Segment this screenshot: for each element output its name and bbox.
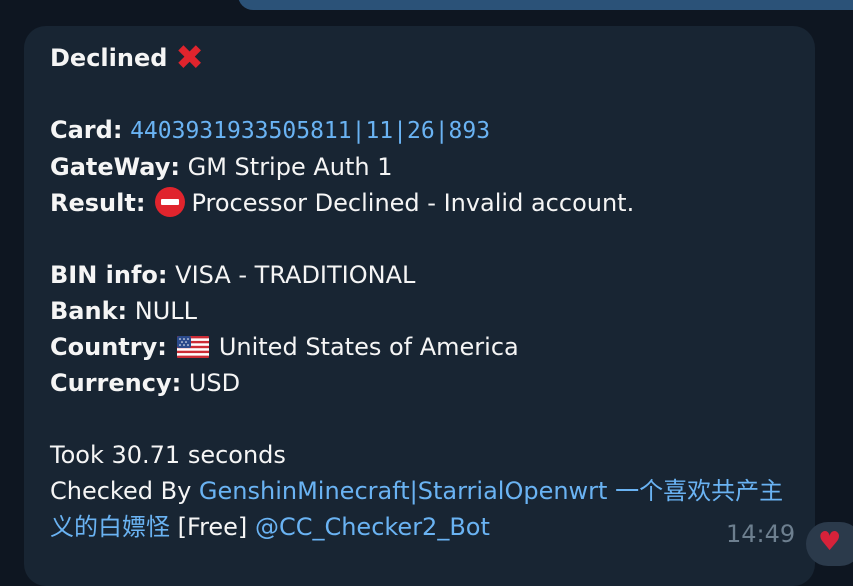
bin-line: BIN info: VISA - TRADITIONAL — [50, 257, 789, 293]
bank-label: Bank: — [50, 297, 128, 325]
bank-value: NULL — [134, 297, 198, 325]
gateway-value: GM Stripe Auth 1 — [187, 153, 393, 181]
country-label: Country: — [50, 333, 167, 361]
checked-by-line: Checked By GenshinMinecraft|StarrialOpen… — [50, 473, 790, 545]
card-value[interactable]: 4403931933505811|11|26|893 — [130, 118, 490, 144]
reaction-button[interactable]: ♥ — [806, 522, 853, 566]
card-line: Card: 4403931933505811|11|26|893 — [50, 112, 789, 149]
us-flag-icon — [176, 336, 209, 358]
card-label: Card: — [50, 116, 123, 144]
bank-line: Bank: NULL — [50, 293, 789, 329]
result-value: Processor Declined - Invalid account. — [191, 189, 635, 217]
message-timestamp: 14:49 — [726, 520, 796, 548]
previous-message-bubble — [238, 0, 853, 10]
bot-handle-link[interactable]: @CC_Checker2_Bot — [255, 513, 490, 541]
cross-mark-icon: ✖ — [175, 38, 204, 78]
currency-line: Currency: USD — [50, 365, 789, 401]
gateway-label: GateWay: — [50, 153, 180, 181]
currency-label: Currency: — [50, 369, 182, 397]
message-title: Declined — [50, 44, 168, 72]
message-title-line: Declined ✖ — [50, 40, 789, 76]
result-label: Result: — [50, 189, 146, 217]
country-value: United States of America — [218, 333, 519, 361]
gateway-line: GateWay: GM Stripe Auth 1 — [50, 149, 789, 185]
result-line: Result: Processor Declined - Invalid acco… — [50, 185, 789, 221]
no-entry-icon — [155, 187, 186, 217]
heart-icon: ♥ — [818, 527, 842, 557]
message-bubble[interactable]: Declined ✖ Card: 4403931933505811|11|26|8… — [24, 26, 815, 586]
bin-value: VISA - TRADITIONAL — [175, 261, 416, 289]
currency-value: USD — [188, 369, 241, 397]
checked-by-label: Checked By — [50, 477, 192, 505]
bin-label: BIN info: — [50, 261, 168, 289]
country-line: Country: United States of America — [50, 329, 789, 365]
free-tag: [Free] — [177, 513, 248, 541]
took-line: Took 30.71 seconds — [50, 441, 286, 469]
